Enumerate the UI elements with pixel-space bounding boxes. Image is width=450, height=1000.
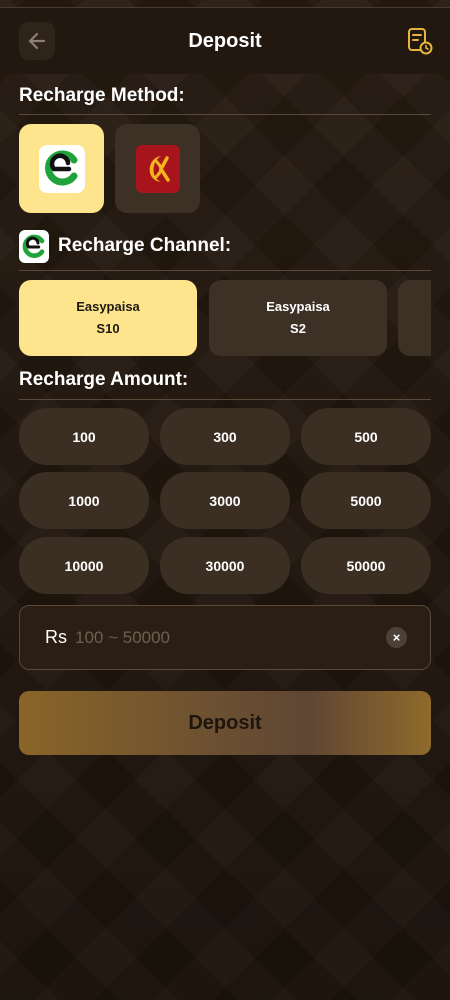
recharge-method-title: Recharge Method:: [19, 85, 185, 106]
arrow-left-icon: [28, 32, 46, 50]
jazzcash-logo-icon: [135, 144, 180, 193]
recharge-amount-title: Recharge Amount:: [19, 369, 189, 390]
recharge-channel-title: Recharge Channel:: [58, 235, 232, 256]
page-title: Deposit: [188, 29, 262, 52]
currency-label: Rs: [45, 627, 67, 647]
section-divider: [19, 114, 431, 115]
amount-input[interactable]: [75, 627, 375, 648]
amount-option[interactable]: 50000: [301, 537, 431, 594]
back-button[interactable]: [19, 22, 55, 60]
channel-easypaisa-s10[interactable]: Easypaisa S10: [19, 280, 197, 356]
app-header: Deposit: [0, 8, 450, 74]
amount-option[interactable]: 500: [301, 408, 431, 465]
amount-input-field: Rs ×: [19, 605, 431, 670]
deposit-history-icon: [408, 28, 433, 55]
clear-icon[interactable]: ×: [386, 627, 407, 648]
amount-option[interactable]: 10000: [19, 537, 149, 594]
easypaisa-logo-icon: [38, 144, 85, 193]
channel-name: Easypaisa: [266, 299, 330, 314]
amount-option[interactable]: 30000: [160, 537, 290, 594]
amount-option[interactable]: 5000: [301, 472, 431, 529]
amount-option[interactable]: 3000: [160, 472, 290, 529]
amount-option[interactable]: 300: [160, 408, 290, 465]
section-divider: [19, 270, 431, 271]
amount-option[interactable]: 100: [19, 408, 149, 465]
amount-option[interactable]: 1000: [19, 472, 149, 529]
channel-easypaisa-s2[interactable]: Easypaisa S2: [209, 280, 387, 356]
deposit-button[interactable]: Deposit: [19, 691, 431, 755]
channel-code: S10: [96, 321, 120, 336]
channel-name: Easypaisa: [76, 299, 140, 314]
method-easypaisa[interactable]: [19, 124, 104, 213]
easypaisa-small-icon: [19, 230, 49, 263]
channel-card-partial[interactable]: [398, 280, 431, 356]
deposit-history-button[interactable]: [406, 26, 434, 56]
method-jazzcash[interactable]: [115, 124, 200, 213]
top-divider: [0, 0, 450, 8]
channel-code: S2: [290, 321, 306, 336]
section-divider: [19, 399, 431, 400]
